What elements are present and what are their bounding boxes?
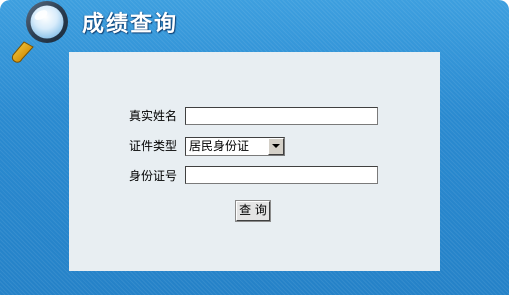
id-type-label: 证件类型: [128, 139, 177, 153]
id-number-row: 身份证号: [69, 165, 440, 189]
name-label: 真实姓名: [128, 109, 177, 123]
name-input[interactable]: [185, 107, 378, 125]
chevron-down-icon[interactable]: [268, 138, 284, 155]
id-type-select[interactable]: 居民身份证: [185, 137, 285, 156]
header: 成绩查询: [0, 0, 509, 63]
query-frame: 成绩查询 真实姓名 证件类型 居民身份证 身份证号 查 询: [0, 0, 509, 295]
id-number-input[interactable]: [185, 166, 378, 184]
query-button[interactable]: 查 询: [235, 200, 271, 222]
name-row: 真实姓名: [69, 105, 440, 129]
page-title: 成绩查询: [82, 12, 179, 37]
id-type-selected-value: 居民身份证: [189, 139, 250, 153]
query-form-panel: 真实姓名 证件类型 居民身份证 身份证号 查 询: [69, 52, 440, 271]
id-type-row: 证件类型 居民身份证: [69, 135, 440, 159]
id-number-label: 身份证号: [128, 169, 177, 183]
